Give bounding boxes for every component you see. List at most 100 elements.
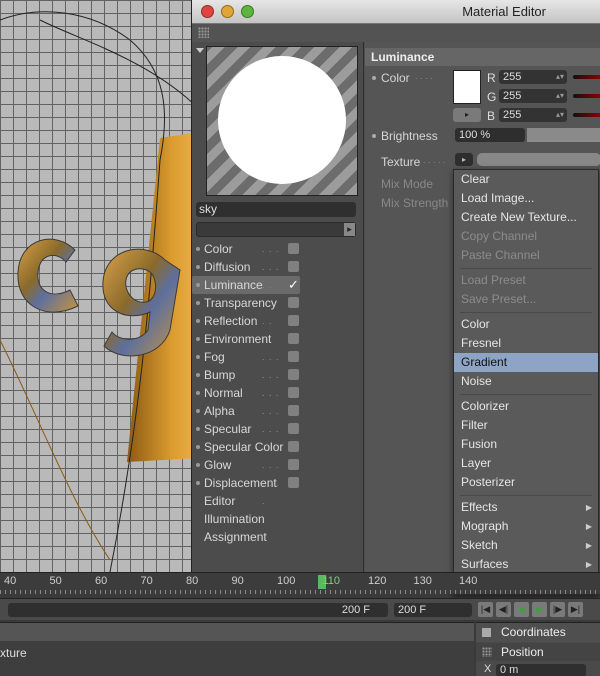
viewport[interactable] (0, 0, 200, 572)
menu-item[interactable]: Posterizer (454, 473, 598, 492)
menu-item-label: Fresnel (461, 336, 502, 350)
channel-item[interactable]: Reflection . . (192, 312, 364, 330)
g-field[interactable]: 255 ▴▾ (499, 89, 567, 103)
channel-label: Displacement (204, 476, 277, 490)
channel-checkbox[interactable] (288, 315, 299, 326)
menu-item[interactable]: Mograph ▶ (454, 517, 598, 536)
zoom-button[interactable] (241, 5, 254, 18)
brightness-slider[interactable] (527, 128, 600, 142)
menu-item[interactable]: Color (454, 315, 598, 334)
channel-checkbox[interactable] (288, 387, 299, 398)
channel-checkbox[interactable]: ✓ (288, 278, 299, 291)
r-slider[interactable] (573, 75, 600, 79)
menu-item-label: Filter (461, 418, 488, 432)
material-name-field[interactable]: sky (196, 202, 356, 217)
menu-item[interactable]: Layer (454, 454, 598, 473)
menu-item[interactable]: Fresnel (454, 334, 598, 353)
channel-checkbox[interactable] (288, 459, 299, 470)
g-slider[interactable] (573, 94, 600, 98)
go-to-start-icon[interactable]: |◀ (478, 602, 493, 617)
channel-label: Diffusion (204, 260, 251, 274)
channel-checkbox[interactable] (288, 441, 299, 452)
channel-item[interactable]: Environment (192, 330, 364, 348)
channel-checkbox[interactable] (288, 333, 299, 344)
menu-item-label: Paste Channel (461, 248, 540, 262)
channel-checkbox[interactable] (288, 243, 299, 254)
end-frame-field[interactable]: 200 F (8, 603, 388, 617)
r-field[interactable]: 255 ▴▾ (499, 70, 567, 84)
menu-item[interactable]: Noise (454, 372, 598, 391)
menu-item: Save Preset... (454, 290, 598, 309)
channel-label: Illumination (204, 512, 265, 526)
menu-item[interactable]: Filter (454, 416, 598, 435)
menu-item[interactable]: Load Image... (454, 189, 598, 208)
channel-item[interactable]: Glow. . . . . . . (192, 456, 364, 506)
b-slider[interactable] (573, 113, 600, 117)
close-button[interactable] (201, 5, 214, 18)
channel-item[interactable]: Normal. . . . . (192, 384, 364, 416)
channel-item[interactable]: Displacement (192, 474, 364, 492)
menu-item[interactable]: Clear (454, 170, 598, 189)
menu-item[interactable]: Colorizer (454, 397, 598, 416)
channel-checkbox[interactable] (288, 261, 299, 272)
menu-item[interactable]: Effects ▶ (454, 498, 598, 517)
menu-item[interactable]: Create New Texture... (454, 208, 598, 227)
grip-icon[interactable] (482, 647, 492, 657)
keyframe-dot-icon[interactable] (372, 76, 376, 80)
b-label: B (487, 109, 496, 123)
title-bar[interactable]: Material Editor (192, 0, 600, 24)
channel-item[interactable]: Illumination (192, 510, 364, 528)
channel-item[interactable]: Assignment (192, 528, 364, 546)
channel-item[interactable]: Specular. . . . (192, 420, 364, 452)
submenu-arrow-icon: ▶ (585, 503, 592, 512)
channel-checkbox[interactable] (288, 369, 299, 380)
keyframe-dot-icon[interactable] (372, 134, 376, 138)
play-backward-icon[interactable]: ◀ (514, 602, 529, 617)
channel-item[interactable]: Diffusion. . . . (192, 258, 364, 290)
material-preview[interactable] (206, 46, 358, 196)
minimize-button[interactable] (221, 5, 234, 18)
x-position-field[interactable]: 0 m (496, 664, 586, 676)
channel-item[interactable]: Alpha. . . . . . (192, 402, 364, 434)
b-field[interactable]: 255 ▴▾ (499, 108, 567, 122)
channel-checkbox[interactable] (288, 297, 299, 308)
channel-item[interactable]: Transparency (192, 294, 364, 312)
channel-item[interactable]: Color. . . . . . . (192, 240, 364, 290)
brightness-label: Brightness (381, 129, 438, 143)
stepper-icon[interactable]: ▴▾ (556, 89, 564, 103)
channel-label: Normal (204, 386, 243, 400)
spline-curve (0, 11, 165, 161)
texture-menu-button[interactable]: ▸ (455, 153, 473, 166)
channel-item[interactable]: Luminance. . ✓ (192, 276, 300, 294)
channel-item[interactable]: Editor (192, 492, 364, 510)
window-title: Material Editor (462, 4, 546, 19)
channel-item[interactable]: Bump. . . . . . (192, 366, 364, 398)
arrow-right-icon[interactable]: ▸ (344, 223, 355, 236)
g-value: 255 (503, 90, 522, 102)
preview-menu-triangle-icon[interactable] (196, 48, 204, 53)
channel-item[interactable]: Specular Color (192, 438, 364, 456)
menu-item[interactable]: Sketch ▶ (454, 536, 598, 555)
play-forward-icon[interactable]: ▶ (532, 602, 547, 617)
channel-checkbox[interactable] (288, 423, 299, 434)
stepper-icon[interactable]: ▴▾ (556, 108, 564, 122)
texture-field[interactable] (477, 153, 600, 166)
menu-item[interactable]: Gradient (454, 353, 598, 372)
panel-toggle-icon[interactable] (482, 628, 491, 637)
grip-icon[interactable] (198, 27, 209, 38)
previous-key-icon[interactable]: ◀| (496, 602, 511, 617)
channel-checkbox[interactable] (288, 405, 299, 416)
menu-item[interactable]: Fusion (454, 435, 598, 454)
brightness-field[interactable]: 100 % (455, 128, 525, 142)
color-picker-button[interactable]: ▸ (453, 108, 481, 122)
next-key-icon[interactable]: |▶ (550, 602, 565, 617)
timeline-ruler[interactable]: 40 50 60 70 80 90 100 110 120 130 140 (0, 572, 600, 594)
channel-checkbox[interactable] (288, 477, 299, 488)
stepper-icon[interactable]: ▴▾ (556, 70, 564, 84)
go-to-end-icon[interactable]: ▶| (568, 602, 583, 617)
material-path-field[interactable]: ▸ (196, 222, 356, 237)
end-frame-field-2[interactable]: 200 F (394, 603, 472, 617)
channel-item[interactable]: Fog. . . . . . . . (192, 348, 364, 398)
color-swatch[interactable] (453, 70, 481, 104)
channel-checkbox[interactable] (288, 351, 299, 362)
